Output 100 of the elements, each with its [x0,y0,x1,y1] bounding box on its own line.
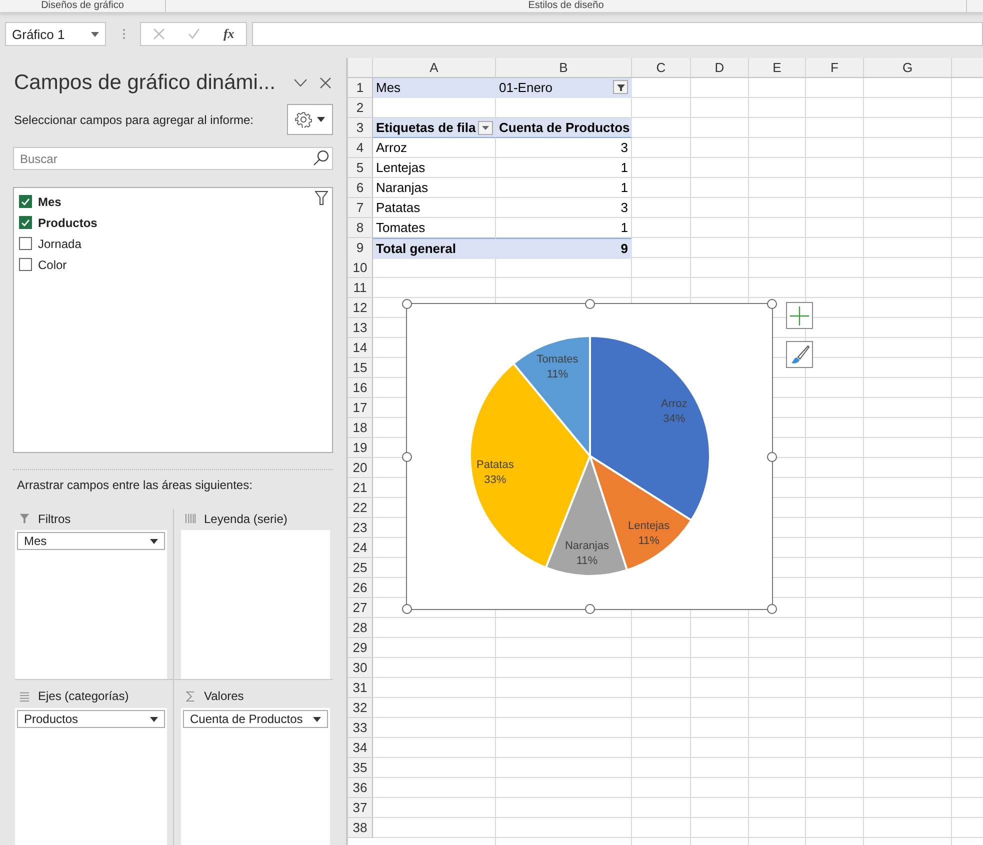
ribbon-group-label: Diseños de gráfico [0,0,166,12]
column-header[interactable]: E [749,58,806,78]
column-header[interactable]: C [632,58,691,78]
row-header[interactable]: 14 [348,338,373,358]
resize-handle[interactable] [584,299,594,309]
caret-icon [313,716,321,722]
percent-label: 11% [638,534,660,547]
dropdown-button[interactable] [478,120,493,134]
close-icon[interactable] [319,77,332,89]
table-cell-text: Arroz [375,139,408,157]
search-icon [313,150,329,166]
row-header[interactable]: 22 [348,498,373,518]
table-cell-text: 3 [620,139,629,157]
row-header[interactable]: 10 [348,258,373,278]
field-name[interactable]: Color [38,258,67,272]
table-cell-text: 1 [620,219,629,237]
chart-styles-button[interactable] [786,341,813,368]
row-header[interactable]: 38 [348,818,373,838]
table-cell-text: 3 [620,199,629,217]
row-header[interactable]: 32 [348,698,373,718]
formula-input[interactable] [252,22,983,46]
column-header[interactable]: D [691,58,749,78]
resize-handle[interactable] [402,452,412,462]
percent-label: 34% [663,412,686,425]
column-header[interactable]: A [373,58,496,78]
row-header[interactable]: 25 [348,558,373,578]
row-header[interactable]: 18 [348,418,373,438]
row-header[interactable]: 23 [348,518,373,538]
column-header[interactable]: G [864,58,952,78]
checkbox[interactable] [19,237,32,250]
row-header[interactable]: 13 [348,318,373,338]
row-header[interactable]: 1 [348,78,373,98]
row-header[interactable]: 36 [348,778,373,798]
ribbon-group-label: Estilos de diseño [166,0,967,12]
search-field[interactable]: Buscar [13,147,333,170]
row-header[interactable]: 33 [348,718,373,738]
column-header[interactable]: B [496,58,632,78]
row-header[interactable]: 7 [348,198,373,218]
row-header[interactable]: 19 [348,438,373,458]
row-header[interactable]: 8 [348,218,373,238]
areas-label: Arrastrar campos entre las áreas siguientes: [16,477,254,492]
insert-function-button[interactable]: fx [223,26,234,42]
resize-handle[interactable] [584,604,594,614]
row-header[interactable]: 2 [348,98,373,118]
row-header[interactable]: 17 [348,398,373,418]
percent-label: 11% [546,368,568,381]
row-header[interactable]: 31 [348,678,373,698]
row-header[interactable]: 15 [348,358,373,378]
row-header[interactable]: 3 [348,118,373,138]
resize-handle[interactable] [767,452,777,462]
resize-handle[interactable] [402,604,412,614]
row-header[interactable]: 12 [348,298,373,318]
drop-area[interactable]: Mes [15,530,167,679]
table-cell: Total general [373,238,496,259]
filter-dropdown-button[interactable] [613,80,628,94]
row-header[interactable]: 21 [348,478,373,498]
field-name[interactable]: Jornada [38,236,82,250]
caret-icon [317,117,325,122]
drop-area[interactable]: Productos [15,708,167,845]
row-header[interactable]: 9 [348,238,373,259]
checkbox[interactable] [19,195,32,208]
table-cell-text: Patatas [375,199,422,217]
row-header[interactable]: 16 [348,378,373,398]
table-header: Cuenta de Productos [496,118,632,138]
checkbox[interactable] [19,258,32,271]
row-header[interactable]: 20 [348,458,373,478]
row-header[interactable]: 29 [348,638,373,658]
row-header[interactable]: 26 [348,578,373,598]
field-name[interactable]: Mes [38,194,62,208]
resize-handle[interactable] [767,299,777,309]
name-box[interactable]: Gráfico 1 [5,22,106,46]
chart-elements-button[interactable] [786,302,813,329]
resize-handle[interactable] [402,299,412,309]
field-chip[interactable]: Cuenta de Productos [183,710,328,728]
row-header[interactable]: 5 [348,158,373,178]
check-icon[interactable] [188,28,200,40]
row-header[interactable]: 4 [348,138,373,158]
row-header[interactable]: 6 [348,178,373,198]
settings-button[interactable] [287,104,333,135]
paintbrush-icon [790,344,810,364]
checkbox[interactable] [19,216,32,229]
drop-area[interactable]: Cuenta de Productos [181,708,330,845]
caret-icon [91,32,99,36]
row-header[interactable]: 27 [348,598,373,618]
row-header[interactable]: 35 [348,758,373,778]
settings-icon [295,111,312,128]
field-chip[interactable]: Productos [17,710,165,728]
row-header[interactable]: 11 [348,278,373,298]
row-header[interactable]: 24 [348,538,373,558]
row-header[interactable]: 28 [348,618,373,638]
field-name[interactable]: Productos [38,216,98,230]
column-header[interactable]: F [806,58,864,78]
row-header[interactable]: 30 [348,658,373,678]
resize-handle[interactable] [767,604,777,614]
chevron-down-icon[interactable] [294,78,307,88]
category-label: Patatas [476,459,514,472]
row-header[interactable]: 37 [348,798,373,818]
table-cell-text: Lentejas [375,159,426,177]
field-chip[interactable]: Mes [17,532,165,550]
row-header[interactable]: 34 [348,738,373,758]
